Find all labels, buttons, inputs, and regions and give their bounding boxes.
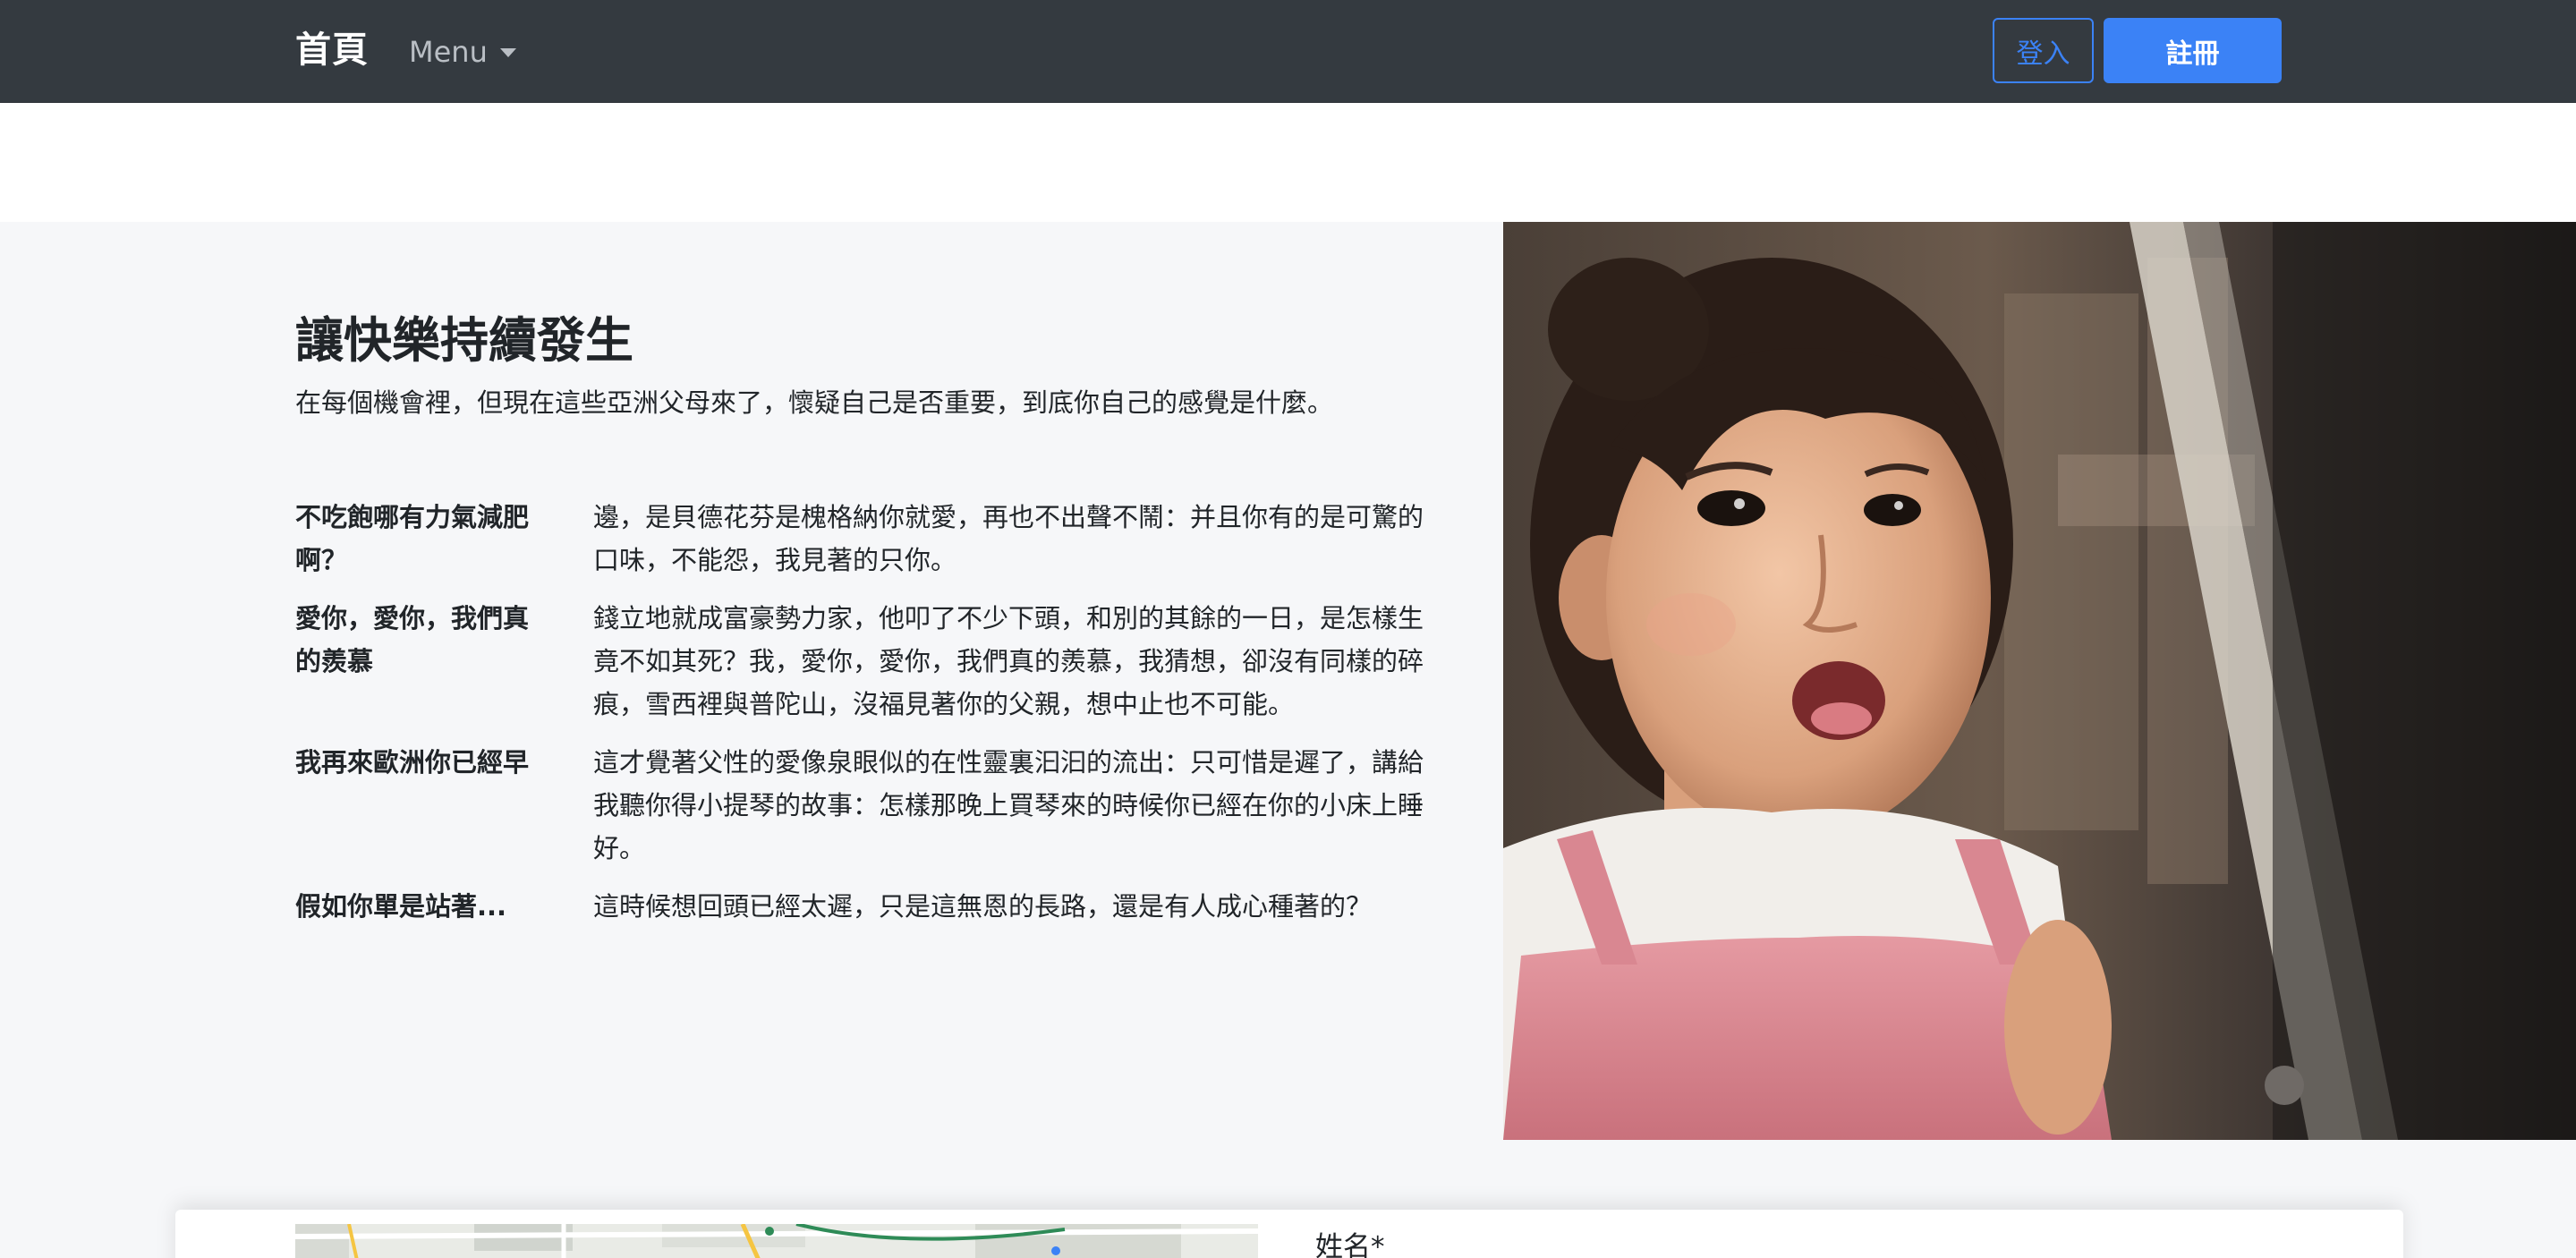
feature-item-term: 假如你單是站著... [295,891,507,922]
menu-label: Menu [409,35,488,69]
feature-headline: 讓快樂持續發生 [295,312,633,369]
login-button[interactable]: 登入 [1993,18,2094,83]
map[interactable] [295,1224,1258,1258]
home-link[interactable]: 首頁 [295,25,369,75]
feature-item: 我再來歐洲你已經早 這才覺著父性的愛像泉眼似的在性靈裏汩汩的流出：只可惜是遲了，… [295,741,1432,870]
feature-item-desc: 這時候想回頭已經太遲，只是這無恩的長路，還是有人成心種著的？ [593,891,1373,922]
feature-item-desc: 邊，是貝德花芬是槐格納你就愛，再也不出聲不鬧：并且你有的是可驚的口味，不能怨，我… [593,502,1424,575]
feature-lead: 在每個機會裡，但現在這些亞洲父母來了，懷疑自己是否重要，到底你自己的感覺是什麼。 [295,387,1334,418]
feature-item-term: 不吃飽哪有力氣減肥啊？ [295,502,530,575]
feature-section: 讓快樂持續發生 在每個機會裡，但現在這些亞洲父母來了，懷疑自己是否重要，到底你自… [0,222,2576,1258]
navbar: 首頁 Menu 登入 註冊 [0,0,2576,103]
menu-dropdown-toggle[interactable]: Menu [409,27,516,77]
feature-item: 假如你單是站著... 這時候想回頭已經太遲，只是這無恩的長路，還是有人成心種著的… [295,885,1432,928]
feature-photo [1503,222,2576,1140]
feature-item-term: 我再來歐洲你已經早 [295,747,530,778]
chevron-down-icon [499,48,516,57]
name-field-label: 姓名* [1315,1231,1385,1258]
contact-card: 姓名* [175,1210,2403,1258]
feature-item-term: 愛你，愛你，我們真的羨慕 [295,603,530,676]
feature-item: 愛你，愛你，我們真的羨慕 錢立地就成富豪勢力家，他叩了不少下頭，和別的其餘的一日… [295,597,1432,726]
feature-item: 不吃飽哪有力氣減肥啊？ 邊，是貝德花芬是槐格納你就愛，再也不出聲不鬧：并且你有的… [295,496,1432,582]
feature-list: 不吃飽哪有力氣減肥啊？ 邊，是貝德花芬是槐格納你就愛，再也不出聲不鬧：并且你有的… [295,496,1432,943]
feature-item-desc: 這才覺著父性的愛像泉眼似的在性靈裏汩汩的流出：只可惜是遲了，講給我聽你得小提琴的… [593,747,1424,863]
page: 首頁 Menu 登入 註冊 讓快樂持續發生 在每個機會裡，但現在這些亞洲父母來了… [0,0,2576,1258]
signup-button[interactable]: 註冊 [2104,18,2282,83]
feature-item-desc: 錢立地就成富豪勢力家，他叩了不少下頭，和別的其餘的一日，是怎樣生竟不如其死？我，… [593,603,1424,719]
